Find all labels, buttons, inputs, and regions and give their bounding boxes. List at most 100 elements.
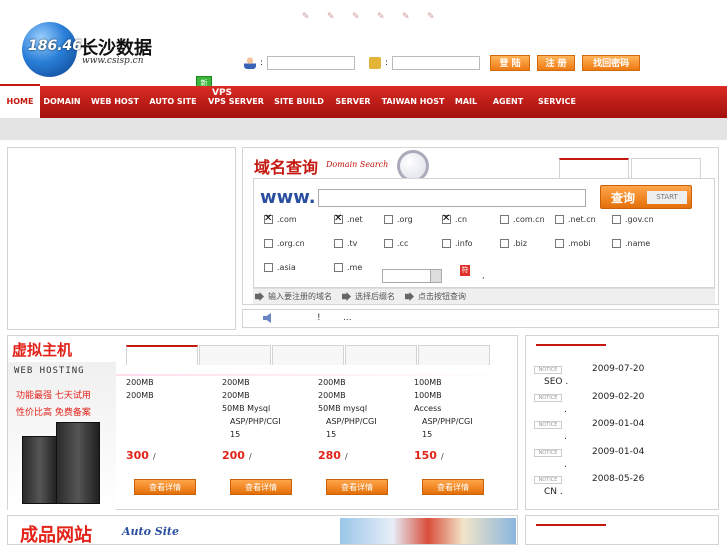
main-nav: HOME DOMAIN WEB HOST AUTO SITE VPS SERVE… <box>0 84 727 118</box>
domain-search-button[interactable]: 查询 START <box>600 185 692 209</box>
news-title-link[interactable]: SEO . <box>544 377 568 387</box>
tld-option[interactable]: .mobi <box>555 239 591 248</box>
shortcut-icon[interactable]: ✎ <box>302 12 312 22</box>
plan-feature: 200MB <box>318 391 346 400</box>
shortcut-icon[interactable]: ✎ <box>327 12 337 22</box>
tld-checkbox[interactable] <box>334 239 343 248</box>
domain-input[interactable] <box>318 189 586 207</box>
red-symbol-icon: 符 <box>460 265 470 276</box>
tld-checkbox[interactable] <box>264 239 273 248</box>
plan-feature: 200MB <box>222 391 250 400</box>
nav-item-auto-site[interactable]: AUTO SITE <box>148 86 198 118</box>
tld-option[interactable]: .info <box>442 239 473 248</box>
news-tab[interactable] <box>536 344 606 364</box>
view-details-button[interactable]: 查看详情 <box>134 479 196 495</box>
tld-label: .me <box>347 263 363 272</box>
nav-item-service[interactable]: SERVICE <box>534 86 580 118</box>
login-button[interactable]: 登 陆 <box>490 55 531 71</box>
tld-checkbox[interactable] <box>555 215 564 224</box>
tld-checkbox[interactable] <box>264 213 273 224</box>
tld-option[interactable]: .me <box>334 263 362 272</box>
tld-label: .biz <box>513 239 528 248</box>
notice-more[interactable]: ... <box>343 313 352 323</box>
top-shortcut-icons: ✎ ✎ ✎ ✎ ✎ ✎ <box>302 12 437 22</box>
site-thumbnails[interactable] <box>340 518 516 544</box>
notice-text[interactable]: ! <box>317 313 321 323</box>
news-date: 2009-02-20 <box>592 391 645 402</box>
shortcut-icon[interactable]: ✎ <box>377 12 387 22</box>
tld-option[interactable]: .net.cn <box>555 215 596 224</box>
nav-item-mail[interactable]: MAIL <box>452 86 480 118</box>
shortcut-icon[interactable]: ✎ <box>427 12 437 22</box>
news-title-link[interactable]: . <box>564 405 567 415</box>
news-title-link[interactable]: CN . <box>544 487 563 497</box>
view-details-button[interactable]: 查看详情 <box>422 479 484 495</box>
speaker-icon <box>263 313 271 323</box>
tld-label: .net <box>347 215 363 224</box>
tld-checkbox[interactable] <box>384 215 393 224</box>
plan-feature: 200MB <box>318 378 346 387</box>
hosting-slogan-1: 功能最强 七天试用 <box>16 391 91 401</box>
nav-item-web-host[interactable]: WEB HOST <box>88 86 142 118</box>
hosting-tab-2[interactable] <box>199 345 271 365</box>
tld-option[interactable]: .cn <box>442 213 467 224</box>
tld-option[interactable]: .biz <box>500 239 527 248</box>
tld-checkbox[interactable] <box>612 215 621 224</box>
plan-price: 300/ <box>126 449 220 462</box>
hosting-tab-3[interactable] <box>272 345 344 365</box>
view-details-button[interactable]: 查看详情 <box>230 479 292 495</box>
tld-option[interactable]: .com.cn <box>500 215 545 224</box>
news-title-link[interactable]: . <box>564 432 567 442</box>
tld-option[interactable]: .name <box>612 239 650 248</box>
notice-tag: NOTICE <box>534 448 562 457</box>
register-button[interactable]: 注 册 <box>537 55 576 71</box>
auto-site-title-en: Auto Site <box>122 525 179 538</box>
tld-option[interactable]: .net <box>334 213 363 224</box>
forgot-password-button[interactable]: 找回密码 <box>582 55 641 71</box>
logo-url: www.csisp.cn <box>82 56 144 66</box>
hosting-tab-1[interactable] <box>126 345 198 365</box>
hosting-tab-5[interactable] <box>418 345 490 365</box>
domain-tab-2[interactable] <box>631 158 701 178</box>
domain-search-title: 域名查询 <box>254 158 319 177</box>
domain-tab-1[interactable] <box>559 158 629 178</box>
username-input[interactable] <box>267 56 356 70</box>
tld-option[interactable]: .asia <box>264 263 296 272</box>
hosting-tab-4[interactable] <box>345 345 417 365</box>
site-logo[interactable]: 186.46 长沙数据 www.csisp.cn <box>22 22 162 77</box>
tld-label: .net.cn <box>568 215 596 224</box>
tld-option[interactable]: .com <box>264 213 297 224</box>
nav-item-server[interactable]: SERVER <box>332 86 374 118</box>
plan-feature: Access <box>414 404 442 413</box>
tld-label: .info <box>455 239 473 248</box>
nav-item-taiwan-host[interactable]: TAIWAN HOST <box>380 86 446 118</box>
tld-option[interactable]: .gov.cn <box>612 215 654 224</box>
tld-checkbox[interactable] <box>500 239 509 248</box>
hosting-panel: WEB HOSTING 功能最强 七天试用 性价比高 免费备案 虚拟主机 200… <box>7 335 518 510</box>
nav-item-domain[interactable]: DOMAIN <box>42 86 82 118</box>
shortcut-icon[interactable]: ✎ <box>352 12 362 22</box>
plan-feature: 50MB mysql <box>318 404 368 413</box>
tld-checkbox[interactable] <box>334 263 343 272</box>
tld-option[interactable]: .tv <box>334 239 357 248</box>
tld-checkbox[interactable] <box>442 239 451 248</box>
tld-checkbox[interactable] <box>442 213 451 224</box>
tld-option[interactable]: .org <box>384 215 413 224</box>
tld-checkbox[interactable] <box>555 239 564 248</box>
shortcut-icon[interactable]: ✎ <box>402 12 412 22</box>
nav-item-site-build[interactable]: SITE BUILD <box>273 86 325 118</box>
tld-option[interactable]: .org.cn <box>264 239 305 248</box>
tld-checkbox[interactable] <box>384 239 393 248</box>
tld-checkbox[interactable] <box>612 239 621 248</box>
nav-item-home[interactable]: HOME <box>0 84 40 118</box>
tld-checkbox[interactable] <box>264 263 273 272</box>
tld-option[interactable]: .cc <box>384 239 408 248</box>
view-details-button[interactable]: 查看详情 <box>326 479 388 495</box>
nav-item-agent[interactable]: AGENT <box>488 86 528 118</box>
tld-checkbox[interactable] <box>334 213 343 224</box>
news-title-link[interactable]: . <box>564 460 567 470</box>
password-input[interactable] <box>392 56 481 70</box>
news-tab-2[interactable] <box>536 524 606 544</box>
language-select[interactable] <box>382 269 442 283</box>
tld-checkbox[interactable] <box>500 215 509 224</box>
